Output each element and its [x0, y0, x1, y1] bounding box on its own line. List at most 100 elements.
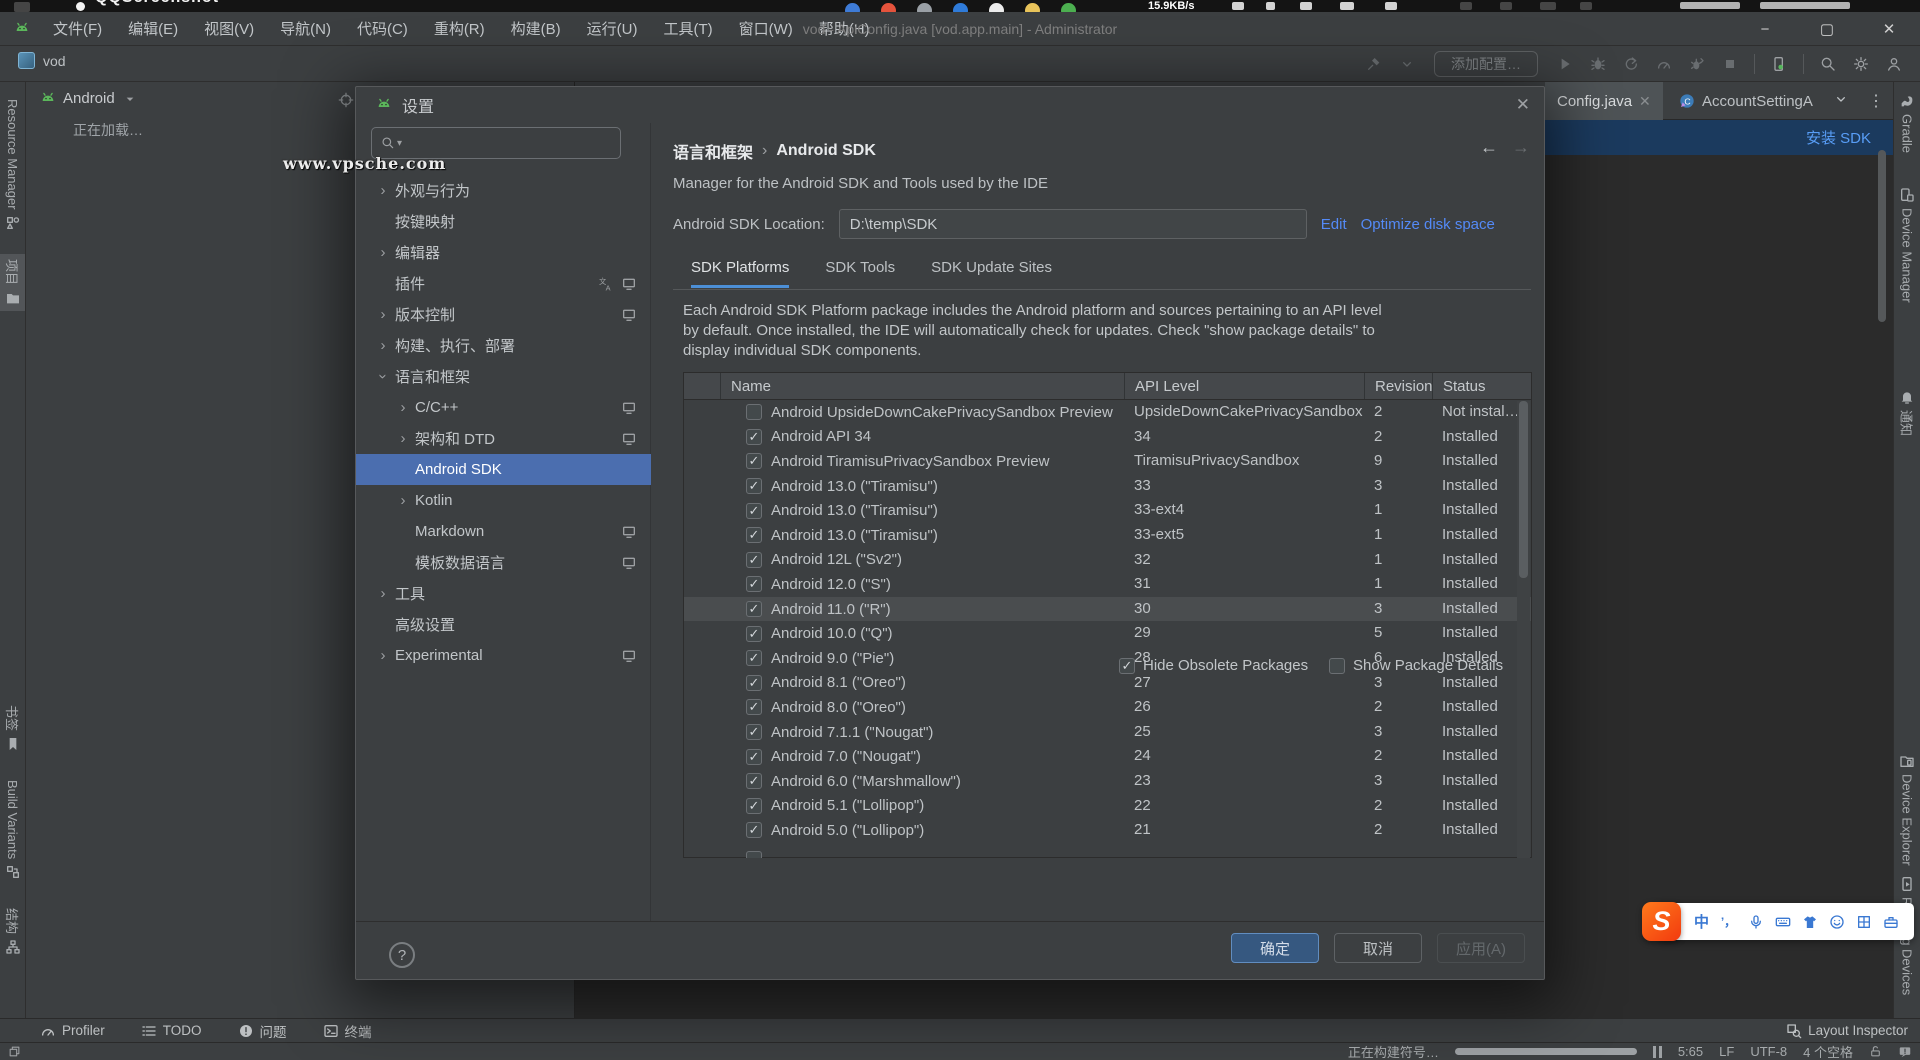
checkbox-checked-icon[interactable]: ✓: [746, 626, 762, 642]
tool-window-button-device-manager[interactable]: Device Manager: [1894, 182, 1920, 308]
coverage-icon[interactable]: [1619, 52, 1643, 76]
file-encoding[interactable]: UTF-8: [1750, 1044, 1787, 1059]
menu-item-6[interactable]: 构建(B): [498, 12, 574, 46]
ime-keyboard-icon[interactable]: [1773, 911, 1792, 933]
checkbox-checked-icon[interactable]: ✓: [746, 552, 762, 568]
ime-handwriting-icon[interactable]: [1854, 911, 1873, 933]
chevron-collapsed-icon[interactable]: ›: [396, 492, 410, 509]
settings-tree-item-高级设置[interactable]: 高级设置: [356, 609, 651, 640]
settings-tree-item-模板数据语言[interactable]: 模板数据语言: [356, 547, 651, 578]
tab-options-kebab-icon[interactable]: ⋮: [1868, 91, 1885, 111]
checkbox-checked-icon[interactable]: ✓: [746, 576, 762, 592]
sdk-location-input[interactable]: D:\temp\SDK: [839, 209, 1307, 239]
checkbox-checked-icon[interactable]: ✓: [746, 429, 762, 445]
sdk-tab-sdk-platforms[interactable]: SDK Platforms: [691, 259, 789, 288]
tool-window-button-todo[interactable]: TODO: [141, 1023, 202, 1039]
indent-setting[interactable]: 4 个空格: [1803, 1042, 1853, 1060]
menu-item-3[interactable]: 导航(N): [267, 12, 344, 46]
checkbox-checked-icon[interactable]: ✓: [746, 749, 762, 765]
settings-tree-item-架构和-DTD[interactable]: ›架构和 DTD: [356, 423, 651, 454]
chevron-collapsed-icon[interactable]: ›: [396, 430, 410, 447]
editor-tab-account-setting[interactable]: C AccountSettingA: [1667, 82, 1825, 120]
hammer-icon[interactable]: [1362, 52, 1386, 76]
close-button[interactable]: ✕: [1858, 12, 1920, 46]
forward-arrow-icon[interactable]: →: [1512, 137, 1530, 158]
sdk-table-row[interactable]: ✓Android 11.0 ("R")303Installed: [684, 597, 1531, 622]
back-arrow-icon[interactable]: ←: [1480, 137, 1498, 158]
menu-item-8[interactable]: 工具(T): [650, 12, 725, 46]
cancel-button[interactable]: 取消: [1334, 933, 1422, 963]
tool-window-button-profiler[interactable]: Profiler: [40, 1023, 105, 1039]
project-view-selector[interactable]: Android: [63, 90, 115, 107]
sdk-table-row[interactable]: ✓Android 13.0 ("Tiramisu")33-ext51Instal…: [684, 523, 1531, 548]
menu-item-0[interactable]: 文件(F): [40, 12, 115, 46]
bug-icon[interactable]: [1586, 52, 1610, 76]
play-icon[interactable]: [1553, 52, 1577, 76]
sdk-table-row[interactable]: ✓Android 12.0 ("S")311Installed: [684, 572, 1531, 597]
tool-window-button-gradle[interactable]: Gradle: [1894, 88, 1920, 158]
tool-window-button-结构[interactable]: 结构: [0, 903, 25, 960]
tool-window-button-layout-inspector[interactable]: Layout Inspector: [1786, 1023, 1908, 1039]
close-tab-icon[interactable]: ✕: [1639, 93, 1651, 110]
table-scrollbar[interactable]: [1517, 401, 1530, 858]
sdk-table-row[interactable]: ✓Android 12L ("Sv2")321Installed: [684, 548, 1531, 573]
profiler-gauge-icon[interactable]: [1652, 52, 1676, 76]
chevron-collapsed-icon[interactable]: ›: [376, 585, 390, 602]
menu-item-2[interactable]: 视图(V): [191, 12, 267, 46]
breadcrumb-parent[interactable]: 语言和框架: [673, 139, 753, 163]
checkbox-checked-icon[interactable]: ✓: [746, 699, 762, 715]
ime-punctuation-icon[interactable]: ’，: [1719, 911, 1738, 933]
ime-skin-icon[interactable]: [1800, 911, 1819, 933]
settings-tree-item-Experimental[interactable]: ›Experimental: [356, 640, 651, 671]
settings-tree-item-编辑器[interactable]: ›编辑器: [356, 237, 651, 268]
sdk-table-row[interactable]: ✓Android 10.0 ("Q")295Installed: [684, 621, 1531, 646]
ime-toolbox-icon[interactable]: [1881, 911, 1900, 933]
checkbox-checked-icon[interactable]: ✓: [746, 453, 762, 469]
checkbox-checked-icon[interactable]: ✓: [746, 822, 762, 838]
sdk-table-row[interactable]: ✓Android TiramisuPrivacySandbox PreviewT…: [684, 449, 1531, 474]
settings-tree-item-版本控制[interactable]: ›版本控制: [356, 299, 651, 330]
chevron-down-icon[interactable]: [1395, 52, 1419, 76]
ok-button[interactable]: 确定: [1231, 933, 1319, 963]
sdk-table-row[interactable]: ✓Android 13.0 ("Tiramisu")33-ext41Instal…: [684, 498, 1531, 523]
settings-tree-item-按键映射[interactable]: 按键映射: [356, 206, 651, 237]
chevron-collapsed-icon[interactable]: ›: [376, 337, 390, 354]
column-header-api-level[interactable]: API Level: [1124, 373, 1364, 399]
editor-scrollbar[interactable]: [1878, 150, 1886, 322]
avatar-icon[interactable]: [1882, 52, 1906, 76]
checkbox-checked-icon[interactable]: ✓: [746, 601, 762, 617]
checkbox-unchecked-icon[interactable]: [746, 404, 762, 420]
chevron-collapsed-icon[interactable]: ›: [396, 399, 410, 416]
sdk-table-row[interactable]: ✓Android 5.1 ("Lollipop")222Installed: [684, 794, 1531, 819]
hide-obsolete-checkbox[interactable]: ✓ Hide Obsolete Packages: [1119, 657, 1308, 674]
checkbox-checked-icon[interactable]: ✓: [746, 478, 762, 494]
tab-list-chevron-icon[interactable]: [1833, 91, 1849, 107]
tool-window-button-终端[interactable]: 终端: [323, 1021, 372, 1041]
sdk-tab-sdk-tools[interactable]: SDK Tools: [825, 259, 895, 288]
install-sdk-link[interactable]: 安装 SDK: [1806, 127, 1871, 148]
menu-item-5[interactable]: 重构(R): [421, 12, 498, 46]
tool-window-button-项目[interactable]: 项目: [0, 254, 25, 311]
tool-window-button-resource-manager[interactable]: Resource Manager: [0, 94, 25, 236]
search-icon[interactable]: [1816, 52, 1840, 76]
notification-balloon-icon[interactable]: [1898, 1045, 1912, 1059]
pause-icon[interactable]: [1653, 1046, 1662, 1058]
maximize-button[interactable]: ▢: [1796, 12, 1858, 46]
sdk-table-row[interactable]: ✓Android 7.1.1 ("Nougat")253Installed: [684, 720, 1531, 745]
apply-button[interactable]: 应用(A): [1437, 933, 1525, 963]
checkbox-checked-icon[interactable]: ✓: [746, 675, 762, 691]
add-configuration-button[interactable]: 添加配置…: [1434, 51, 1538, 77]
settings-tree-item-语言和框架[interactable]: ›语言和框架: [356, 361, 651, 392]
tool-window-button-问题[interactable]: 问题: [238, 1021, 287, 1041]
sogou-logo-icon[interactable]: S: [1642, 902, 1681, 941]
settings-tree-item-插件[interactable]: 插件文A: [356, 268, 651, 299]
ime-emoji-icon[interactable]: [1827, 911, 1846, 933]
menu-item-9[interactable]: 窗口(W): [726, 12, 806, 46]
settings-tree-item-工具[interactable]: ›工具: [356, 578, 651, 609]
profiler-attach-icon[interactable]: [1685, 52, 1709, 76]
chevron-collapsed-icon[interactable]: ›: [376, 306, 390, 323]
tool-window-button-通知[interactable]: 通知: [1894, 384, 1920, 441]
checkbox-checked-icon[interactable]: ✓: [746, 773, 762, 789]
settings-tree-item-构建、执行、部署[interactable]: ›构建、执行、部署: [356, 330, 651, 361]
chevron-collapsed-icon[interactable]: ›: [376, 647, 390, 664]
